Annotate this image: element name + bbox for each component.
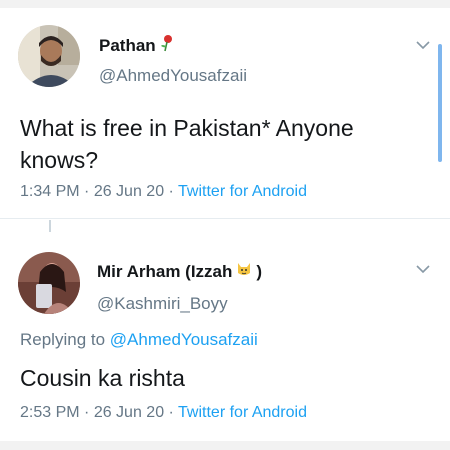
bottom-frame-edge	[0, 441, 450, 450]
avatar[interactable]	[18, 25, 80, 87]
meta-separator: ·	[79, 404, 94, 421]
meta-separator: ·	[79, 183, 94, 200]
author-name-row[interactable]: Mir Arham (Izzah )	[97, 260, 262, 283]
rose-icon	[159, 34, 175, 57]
tweet-divider	[0, 218, 450, 219]
avatar[interactable]	[18, 252, 80, 314]
tweet-source-link[interactable]: Twitter for Android	[178, 183, 307, 200]
cat-face-icon	[235, 260, 253, 283]
user-handle[interactable]: @AhmedYousafzaii	[99, 66, 247, 86]
tweet-date: 26 Jun 20	[93, 404, 165, 421]
tweet-meta: 2:53 PM · 26 Jun 20 · Twitter for Androi…	[20, 404, 307, 422]
display-name-suffix: )	[256, 261, 263, 281]
chevron-down-icon[interactable]	[416, 264, 430, 274]
thread-connector-line	[49, 220, 51, 232]
chevron-down-icon[interactable]	[416, 40, 430, 50]
user-handle[interactable]: @Kashmiri_Boyy	[97, 294, 228, 314]
tweet-text: Cousin ka rishta	[20, 365, 185, 391]
display-name[interactable]: Mir Arham (Izzah	[97, 262, 232, 282]
author-name-row[interactable]: Pathan	[99, 34, 175, 57]
tweet-source-link[interactable]: Twitter for Android	[178, 404, 307, 421]
scrollbar-thumb[interactable]	[438, 44, 442, 162]
tweet-meta: 1:34 PM · 26 Jun 20 · Twitter for Androi…	[20, 183, 307, 201]
meta-separator: ·	[164, 404, 179, 421]
meta-separator: ·	[164, 183, 179, 200]
tweet-text: What is free in Pakistan* Anyone knows?	[20, 115, 354, 173]
tweet-time: 1:34 PM	[20, 183, 80, 200]
replying-to: Replying to @AhmedYousafzaii	[20, 330, 258, 350]
replying-prefix: Replying to	[20, 330, 106, 349]
tweet-original[interactable]: Pathan @AhmedYousafzaii What is free in …	[0, 8, 450, 218]
tweet-date: 26 Jun 20	[93, 183, 165, 200]
mention-link[interactable]: @AhmedYousafzaii	[110, 330, 258, 349]
tweet-time: 2:53 PM	[20, 404, 80, 421]
top-frame-edge	[0, 0, 450, 8]
display-name[interactable]: Pathan	[99, 36, 156, 56]
tweet-reply[interactable]: Mir Arham (Izzah ) @Kashmiri_Boyy Replyi…	[0, 232, 450, 437]
